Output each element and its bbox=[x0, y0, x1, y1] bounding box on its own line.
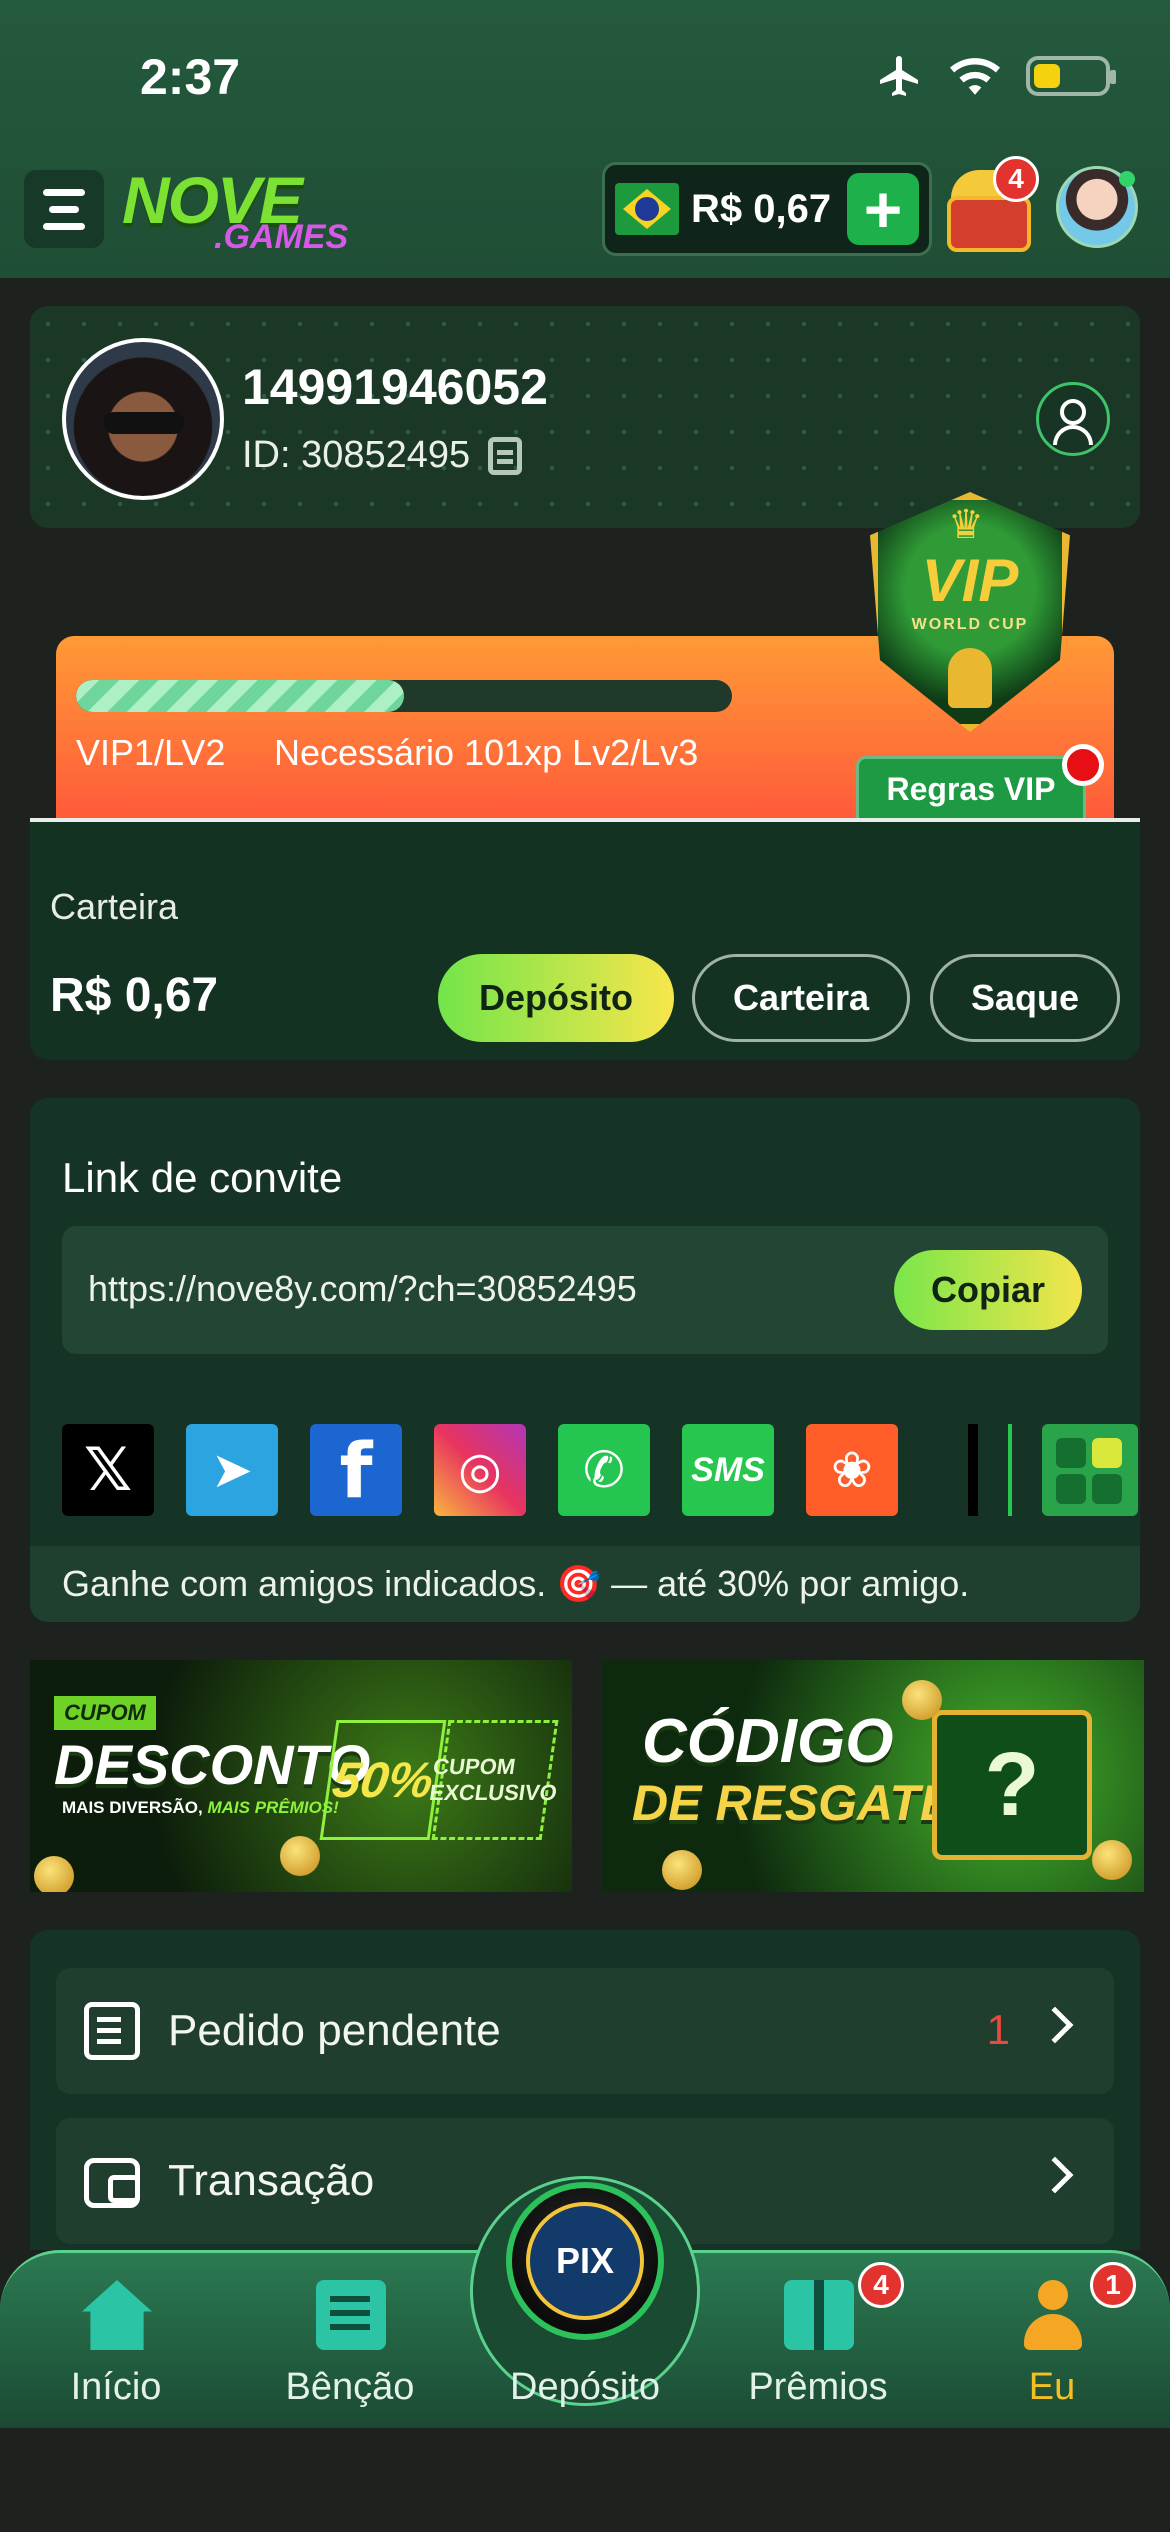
banner-coupon: CUPOM EXCLUSIVO bbox=[428, 1720, 559, 1840]
wallet-amount: R$ 0,67 bbox=[50, 969, 219, 1022]
copy-link-button[interactable]: Copiar bbox=[894, 1250, 1082, 1330]
app-logo: NOVE .GAMES bbox=[122, 162, 372, 258]
nav-label: Bênção bbox=[285, 2366, 415, 2408]
more-share-icon[interactable] bbox=[1042, 1424, 1138, 1516]
me-badge: 1 bbox=[1090, 2262, 1136, 2308]
document-icon bbox=[84, 2002, 140, 2060]
coin-icon bbox=[902, 1680, 942, 1720]
username: 14991946052 bbox=[242, 359, 548, 415]
whatsapp-share-icon[interactable]: ✆ bbox=[558, 1424, 650, 1516]
invite-link-box: https://nove8y.com/?ch=30852495 Copiar bbox=[62, 1226, 1108, 1354]
pix-deposit-button[interactable]: PIX bbox=[506, 2182, 664, 2340]
vip-requirement: Necessário 101xp Lv2/Lv3 bbox=[274, 732, 699, 773]
coin-icon bbox=[662, 1850, 702, 1890]
wallet-button[interactable]: Carteira bbox=[692, 954, 910, 1042]
top-bar: 2:37 NOVE .GAMES R$ 0,67 + 4 bbox=[0, 0, 1170, 278]
share-row: 𝕏 ➤ f ◎ ✆ SMS ❀ bbox=[62, 1424, 1138, 1516]
nav-label: Prêmios bbox=[748, 2366, 888, 2408]
divider bbox=[968, 1424, 978, 1516]
status-time: 2:37 bbox=[140, 49, 241, 105]
user-icon bbox=[1018, 2280, 1088, 2350]
user-id: ID: 30852495 bbox=[242, 434, 471, 476]
brazil-flag-icon bbox=[615, 183, 679, 235]
online-indicator bbox=[1119, 171, 1135, 187]
treasure-chest-button[interactable]: 4 bbox=[945, 156, 1039, 254]
gift-box-icon: ? bbox=[932, 1710, 1092, 1860]
nav-label: Eu bbox=[1028, 2366, 1076, 2408]
user-id-row: ID: 30852495 bbox=[242, 434, 523, 477]
discount-coupon-banner[interactable]: CUPOM DESCONTO MAIS DIVERSÃO, MAIS PRÊMI… bbox=[30, 1660, 572, 1892]
banner-percent: 50% bbox=[319, 1720, 447, 1840]
invite-section: Link de convite https://nove8y.com/?ch=3… bbox=[30, 1098, 1140, 1622]
banner-tag: CUPOM bbox=[54, 1696, 156, 1730]
facebook-share-icon[interactable]: f bbox=[310, 1424, 402, 1516]
vip-progress-fill bbox=[76, 680, 404, 712]
banner-subtitle: MAIS DIVERSÃO, MAIS PRÊMIOS! bbox=[62, 1798, 339, 1817]
edit-profile-button[interactable] bbox=[1036, 382, 1110, 456]
list-item-count: 1 bbox=[986, 2006, 1010, 2053]
banner-subtitle: DE RESGATE bbox=[632, 1775, 954, 1831]
prizes-badge: 4 bbox=[858, 2262, 904, 2308]
wallet-section: Carteira R$ 0,67 Depósito Carteira Saque bbox=[30, 822, 1140, 1060]
instagram-share-icon[interactable]: ◎ bbox=[434, 1424, 526, 1516]
copy-id-icon[interactable] bbox=[488, 436, 523, 475]
user-avatar[interactable] bbox=[62, 338, 224, 500]
clipboard-icon bbox=[316, 2280, 386, 2350]
kwai-share-icon[interactable]: ❀ bbox=[806, 1424, 898, 1516]
nav-label: Depósito bbox=[510, 2366, 660, 2408]
hamburger-menu-button[interactable] bbox=[24, 170, 104, 248]
divider bbox=[1008, 1424, 1012, 1516]
nav-label: Início bbox=[70, 2366, 162, 2408]
banner-title: CÓDIGO bbox=[642, 1707, 894, 1776]
vip-rules-button[interactable]: Regras VIP bbox=[856, 756, 1086, 820]
chevron-right-icon bbox=[1036, 2006, 1074, 2044]
coin-icon bbox=[34, 1856, 74, 1892]
list-item-label: Pedido pendente bbox=[168, 2006, 501, 2055]
coin-icon bbox=[280, 1836, 320, 1876]
header-balance[interactable]: R$ 0,67 + bbox=[602, 162, 932, 256]
wifi-icon bbox=[950, 58, 1000, 95]
chevron-right-icon bbox=[1036, 2156, 1074, 2194]
logo-text-sub: .GAMES bbox=[214, 218, 349, 256]
vip-badge-title: VIP bbox=[921, 547, 1019, 614]
vip-badge-subtitle: WORLD CUP bbox=[911, 616, 1029, 633]
vip-world-cup-badge[interactable]: ♛ VIP WORLD CUP bbox=[850, 472, 1090, 752]
bottom-safe-area bbox=[0, 2428, 1170, 2532]
gift-icon bbox=[784, 2280, 854, 2350]
invite-title: Link de convite bbox=[62, 1154, 343, 1201]
banner-title: DESCONTO bbox=[54, 1733, 371, 1796]
crown-icon: ♛ bbox=[948, 503, 984, 547]
telegram-share-icon[interactable]: ➤ bbox=[186, 1424, 278, 1516]
user-edit-icon bbox=[1060, 399, 1086, 425]
support-avatar-button[interactable] bbox=[1056, 166, 1138, 248]
invite-url: https://nove8y.com/?ch=30852495 bbox=[88, 1268, 637, 1309]
pix-icon: PIX bbox=[526, 2202, 644, 2320]
list-item-pending-order[interactable]: Pedido pendente 1 bbox=[56, 1968, 1114, 2094]
vip-level: VIP1/LV2 bbox=[76, 732, 226, 773]
airplane-icon bbox=[880, 56, 918, 96]
list-item-label: Transação bbox=[168, 2156, 375, 2205]
deposit-button[interactable]: Depósito bbox=[438, 954, 674, 1042]
add-funds-button[interactable]: + bbox=[847, 173, 919, 245]
chest-badge: 4 bbox=[993, 156, 1039, 202]
withdraw-button[interactable]: Saque bbox=[930, 954, 1120, 1042]
wallet-icon bbox=[84, 2158, 140, 2208]
wallet-label: Carteira bbox=[50, 886, 179, 927]
coin-icon bbox=[1092, 1840, 1132, 1880]
header-balance-amount: R$ 0,67 bbox=[691, 186, 832, 231]
battery-icon bbox=[1026, 56, 1116, 96]
vip-progress-bar bbox=[76, 680, 732, 712]
status-icons bbox=[876, 52, 1116, 100]
invite-note: Ganhe com amigos indicados. 🎯 — até 30% … bbox=[30, 1546, 1140, 1622]
x-share-icon[interactable]: 𝕏 bbox=[62, 1424, 154, 1516]
trophy-icon bbox=[948, 648, 992, 708]
redeem-code-banner[interactable]: CÓDIGO DE RESGATE ? bbox=[602, 1660, 1144, 1892]
sms-share-icon[interactable]: SMS bbox=[682, 1424, 774, 1516]
